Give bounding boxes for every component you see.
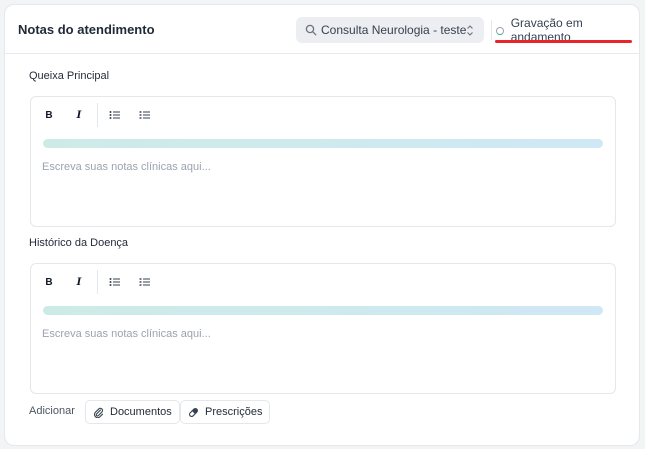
- notes-header: Notas do atendimento Consulta Neurologia…: [5, 5, 639, 54]
- bullet-list-icon: [109, 278, 120, 286]
- transcription-progress-bar: [43, 139, 603, 148]
- add-label: Adicionar: [29, 405, 75, 417]
- section-label-historico: Histórico da Doença: [29, 237, 129, 249]
- session-select[interactable]: Consulta Neurologia - teste: [296, 17, 484, 43]
- notes-card: Notas do atendimento Consulta Neurologia…: [4, 4, 640, 446]
- italic-button[interactable]: I: [71, 274, 87, 290]
- recording-underline: [495, 40, 632, 43]
- numbered-list-button[interactable]: [137, 107, 153, 123]
- add-attachments-bar: Adicionar Documentos Prescrições: [29, 400, 329, 424]
- editor-toolbar: B I: [31, 97, 615, 131]
- session-select-value: Consulta Neurologia - teste: [321, 23, 467, 37]
- toolbar-divider: [97, 270, 98, 294]
- prescriptions-label: Prescrições: [205, 406, 263, 418]
- bold-button[interactable]: B: [41, 274, 57, 290]
- documents-label: Documentos: [110, 406, 172, 418]
- bullet-list-icon: [109, 111, 120, 119]
- recording-spinner-icon: [496, 27, 504, 35]
- toolbar-divider: [97, 103, 98, 127]
- editor-placeholder: Escreva suas notas clínicas aqui...: [42, 328, 211, 340]
- editor-queixa[interactable]: B I Escreva suas notas clínicas aqui...: [30, 96, 616, 227]
- editor-historico[interactable]: B I Escreva suas notas clínicas aqui...: [30, 263, 616, 394]
- editor-toolbar: B I: [31, 264, 615, 298]
- search-icon: [305, 24, 317, 36]
- bullet-list-button[interactable]: [107, 107, 123, 123]
- page-title: Notas do atendimento: [18, 22, 155, 37]
- editor-placeholder: Escreva suas notas clínicas aqui...: [42, 161, 211, 173]
- header-divider: [491, 20, 492, 40]
- numbered-list-icon: [139, 111, 150, 119]
- paperclip-icon: [93, 407, 104, 418]
- numbered-list-button[interactable]: [137, 274, 153, 290]
- documents-button[interactable]: Documentos: [85, 400, 180, 424]
- numbered-list-icon: [139, 278, 150, 286]
- italic-button[interactable]: I: [71, 107, 87, 123]
- updown-chevron-icon: [467, 25, 473, 36]
- prescriptions-button[interactable]: Prescrições: [180, 400, 271, 424]
- bold-button[interactable]: B: [41, 107, 57, 123]
- bullet-list-button[interactable]: [107, 274, 123, 290]
- section-label-queixa: Queixa Principal: [29, 70, 110, 82]
- transcription-progress-bar: [43, 306, 603, 315]
- pill-icon: [189, 407, 198, 417]
